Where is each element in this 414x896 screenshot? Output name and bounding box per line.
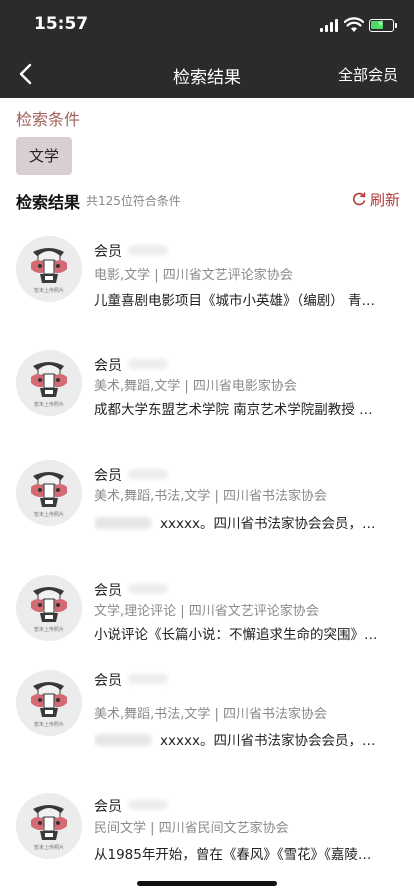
member-name-text: 会员 [94,358,122,374]
avatar: 暂未上传照片 [16,350,82,416]
top-bar: 15:57 ⚡ 检索结果 全部会员 [0,0,414,98]
member-name-text: 会员 [94,673,122,689]
member-tags: 文学,理论评论 | 四川省文艺评论家协会 [94,604,319,619]
member-description-text: 从1985年开始，曾在《春风》《雪花》《嘉陵江... [94,847,384,863]
battery-icon: ⚡ [369,19,397,32]
avatar-caption: 暂未上传照片 [33,512,64,518]
results-count: 共125位符合条件 [86,194,181,208]
member-description: 儿童喜剧电影项目《城市小英雄》（编剧） 青春... [94,289,384,309]
member-tags: 电影,文学 | 四川省文艺评论家协会 [94,268,293,283]
redacted-name [128,359,168,369]
member-name: 会员 [94,580,168,600]
member-name: 会员 [94,670,168,690]
redacted-name [128,800,168,810]
status-time: 15:57 [34,14,89,34]
member-name-text: 会员 [94,583,122,599]
avatar: 暂未上传照片 [16,575,82,641]
member-list-item[interactable]: 暂未上传照片 会员电影,文学 | 四川省文艺评论家协会儿童喜剧电影项目《城市小英雄… [0,236,414,336]
all-members-button[interactable]: 全部会员 [338,64,398,85]
results-title: 检索结果 [16,193,81,212]
member-tags: 美术,舞蹈,文学 | 四川省电影家协会 [94,379,297,394]
avatar: 暂未上传照片 [16,793,82,859]
cellular-signal-icon [320,19,340,32]
member-description-text: xxxxx。四川省书法家协会会员，师... [160,733,384,749]
status-bar: 15:57 ⚡ [0,0,414,50]
redacted-name [128,245,168,255]
navigation-bar: 检索结果 全部会员 [0,50,414,98]
member-list-item[interactable]: 暂未上传照片 会员美术,舞蹈,书法,文学 | 四川省书法家协会 xxxxx。四川省书… [0,460,414,560]
member-tags: 美术,舞蹈,书法,文学 | 四川省书法家协会 [94,707,328,722]
redacted-text [94,734,152,746]
member-description: xxxxx。四川省书法家协会会员，师... [94,729,384,749]
redacted-text [94,517,152,529]
member-tags: 民间文学 | 四川省民间文艺家协会 [94,821,289,836]
avatar: 暂未上传照片 [16,460,82,526]
avatar: 暂未上传照片 [16,670,82,736]
avatar-caption: 暂未上传照片 [33,722,64,728]
condition-chip-literature[interactable]: 文学 [16,137,72,175]
results-header: 检索结果 共125位符合条件 刷新 [16,189,400,212]
avatar-caption: 暂未上传照片 [33,288,64,294]
member-list-item[interactable]: 暂未上传照片 会员文学,理论评论 | 四川省文艺评论家协会小说评论《长篇小说：不懈… [0,575,414,675]
member-list-item[interactable]: 暂未上传照片 会员民间文学 | 四川省民间文艺家协会从1985年开始，曾在《春风》… [0,793,414,893]
member-name: 会员 [94,355,168,375]
member-description: 小说评论《长篇小说：不懈追求生命的突围》发... [94,623,384,643]
member-description: 从1985年开始，曾在《春风》《雪花》《嘉陵江... [94,843,384,863]
member-description: 成都大学东盟艺术学院 南京艺术学院副教授 博士后 [94,398,384,418]
member-name-text: 会员 [94,244,122,260]
search-conditions-label: 检索条件 [16,110,81,129]
member-name: 会员 [94,796,168,816]
avatar-caption: 暂未上传照片 [33,627,64,633]
avatar-caption: 暂未上传照片 [33,402,64,408]
member-description-text: 成都大学东盟艺术学院 南京艺术学院副教授 博士后 [94,402,384,418]
wifi-icon [344,17,364,32]
member-tags: 美术,舞蹈,书法,文学 | 四川省书法家协会 [94,489,328,504]
member-name-text: 会员 [94,468,122,484]
member-description-text: 小说评论《长篇小说：不懈追求生命的突围》发... [94,627,384,643]
member-name: 会员 [94,241,168,261]
member-list-item[interactable]: 暂未上传照片 会员美术,舞蹈,文学 | 四川省电影家协会成都大学东盟艺术学院 南京… [0,350,414,450]
member-description-text: xxxxx。四川省书法家协会会员，师... [160,516,384,532]
member-description: xxxxx。四川省书法家协会会员，师... [94,512,384,532]
member-name: 会员 [94,465,168,485]
redacted-name [128,469,168,479]
member-description-text: 儿童喜剧电影项目《城市小英雄》（编剧） 青春... [94,293,384,309]
avatar: 暂未上传照片 [16,236,82,302]
refresh-button[interactable]: 刷新 [352,189,400,210]
avatar-caption: 暂未上传照片 [33,845,64,851]
member-name-text: 会员 [94,799,122,815]
refresh-label: 刷新 [369,191,400,209]
member-list-item[interactable]: 暂未上传照片 会员美术,舞蹈,书法,文学 | 四川省书法家协会 xxxxx。四川省书… [0,670,414,770]
refresh-icon [352,192,366,206]
redacted-name [128,584,168,594]
home-indicator[interactable] [137,881,277,886]
redacted-name [128,674,168,684]
